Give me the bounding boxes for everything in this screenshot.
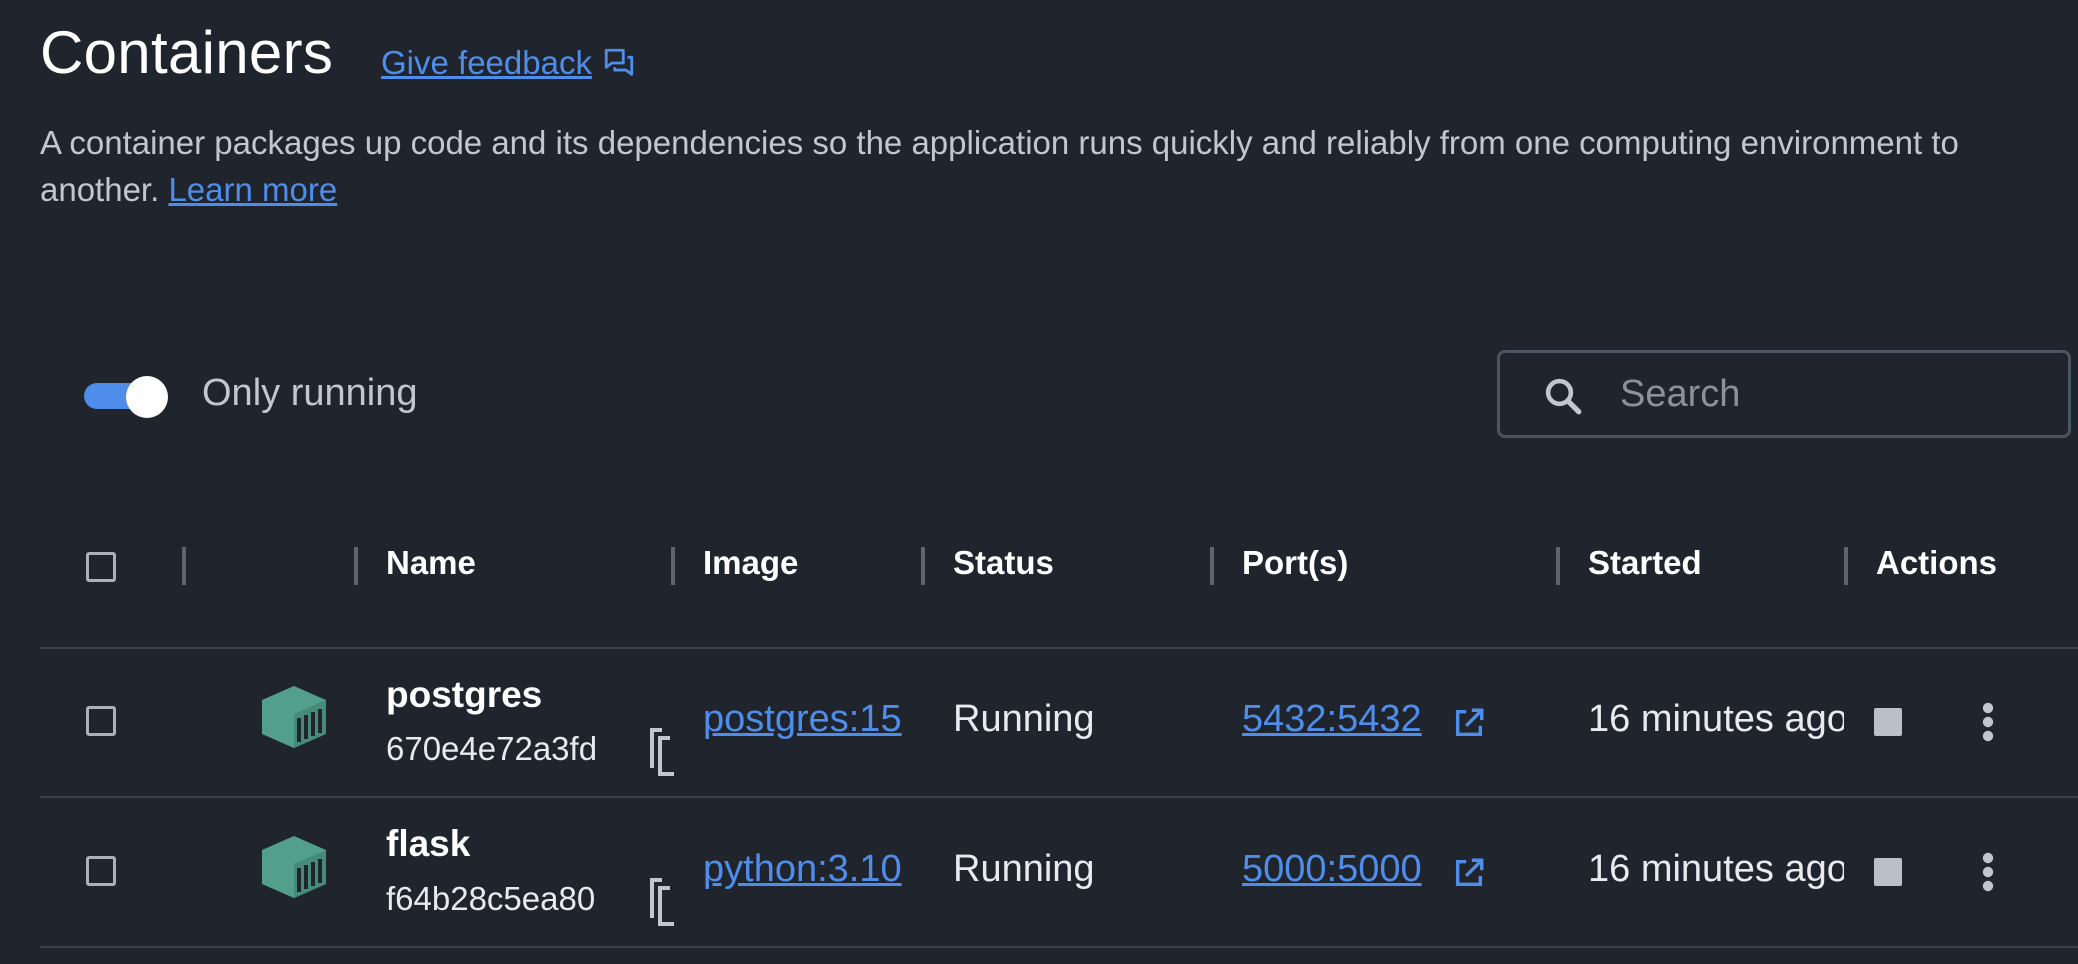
status-text: Running	[953, 848, 1095, 890]
external-link-icon[interactable]	[1452, 706, 1486, 740]
container-icon	[262, 686, 326, 748]
learn-more-link[interactable]: Learn more	[168, 171, 337, 208]
stop-button[interactable]	[1874, 708, 1902, 736]
column-divider[interactable]	[921, 547, 925, 585]
stop-button[interactable]	[1874, 858, 1902, 886]
started-text: 16 minutes ago	[1588, 848, 1844, 890]
column-divider[interactable]	[671, 547, 675, 585]
description-line-1: A container packages up code and its dep…	[40, 124, 1959, 161]
row-border	[40, 946, 2078, 948]
only-running-toggle[interactable]	[84, 376, 168, 418]
row-border	[40, 796, 2078, 798]
container-name[interactable]: postgres	[386, 674, 542, 716]
page-title: Containers	[40, 19, 334, 86]
column-divider[interactable]	[354, 547, 358, 585]
row-checkbox[interactable]	[86, 856, 116, 886]
column-divider[interactable]	[182, 547, 186, 585]
description-line-2: another. Learn more	[40, 166, 1959, 213]
chat-bubbles-icon	[604, 48, 634, 76]
container-id: 670e4e72a3fd	[386, 730, 598, 767]
image-link[interactable]: postgres:15	[703, 698, 902, 741]
more-vertical-icon[interactable]	[1980, 852, 1996, 892]
description-continuation: another.	[40, 171, 160, 208]
copy-icon[interactable]	[650, 726, 676, 776]
search-box[interactable]	[1497, 350, 2071, 438]
copy-icon[interactable]	[650, 876, 676, 926]
column-divider[interactable]	[1844, 547, 1848, 585]
started-text: 16 minutes ago	[1588, 698, 1844, 740]
row-checkbox[interactable]	[86, 706, 116, 736]
select-all-checkbox[interactable]	[86, 552, 116, 582]
column-header-ports[interactable]: Port(s)	[1242, 544, 1348, 582]
page-description: A container packages up code and its dep…	[40, 119, 1959, 213]
container-icon	[262, 836, 326, 898]
port-link[interactable]: 5000:5000	[1242, 848, 1422, 891]
container-name[interactable]: flask	[386, 823, 470, 865]
search-icon	[1545, 378, 1582, 415]
toggle-knob	[126, 376, 168, 418]
status-text: Running	[953, 698, 1095, 740]
give-feedback-link[interactable]: Give feedback	[381, 44, 636, 82]
column-header-name[interactable]: Name	[386, 544, 476, 582]
search-input[interactable]	[1618, 367, 2042, 421]
column-header-image[interactable]: Image	[703, 544, 798, 582]
column-header-started[interactable]: Started	[1588, 544, 1702, 582]
image-link[interactable]: python:3.10	[703, 848, 902, 891]
port-link[interactable]: 5432:5432	[1242, 698, 1422, 741]
only-running-label: Only running	[202, 372, 418, 414]
containers-page: Containers Give feedback A container pac…	[0, 0, 2078, 964]
column-divider[interactable]	[1210, 547, 1214, 585]
column-header-status[interactable]: Status	[953, 544, 1054, 582]
column-header-actions: Actions	[1876, 544, 1998, 581]
give-feedback-label: Give feedback	[381, 44, 592, 81]
external-link-icon[interactable]	[1452, 856, 1486, 890]
column-divider[interactable]	[1556, 547, 1560, 585]
header-row-border	[40, 647, 2078, 649]
container-id: f64b28c5ea80	[386, 880, 596, 917]
more-vertical-icon[interactable]	[1980, 702, 1996, 742]
